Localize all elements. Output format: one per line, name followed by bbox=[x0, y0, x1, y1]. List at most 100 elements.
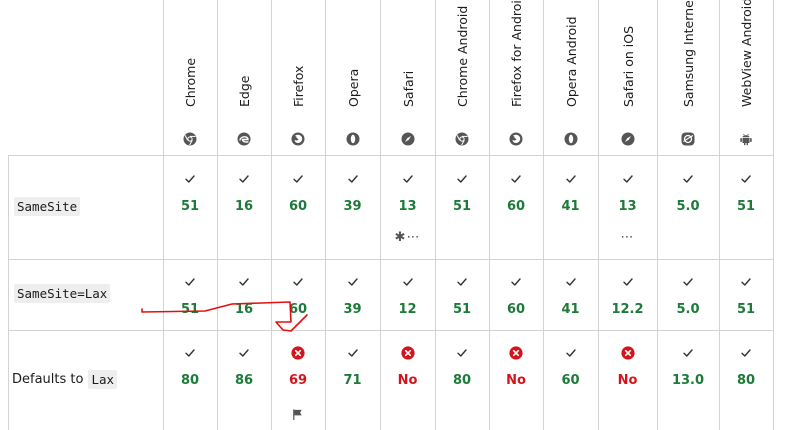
check-icon bbox=[739, 171, 753, 190]
support-cell[interactable]: 51 bbox=[719, 259, 773, 330]
check-icon bbox=[681, 345, 695, 364]
check-icon bbox=[621, 171, 635, 190]
support-cell[interactable]: 13 ✱⋯ bbox=[380, 155, 435, 259]
notes-indicator[interactable]: ✱⋯ bbox=[380, 230, 435, 245]
version-label: 51 bbox=[736, 199, 756, 214]
android-icon bbox=[739, 131, 753, 146]
version-label: 39 bbox=[343, 199, 362, 214]
firefox-icon bbox=[509, 131, 523, 146]
notes-indicator[interactable]: ⋯ bbox=[598, 230, 657, 245]
browser-name: Opera Android bbox=[563, 16, 579, 107]
version-label: 16 bbox=[234, 302, 254, 317]
support-cell[interactable]: 41 bbox=[543, 259, 598, 330]
check-icon bbox=[455, 345, 469, 364]
version-label: 12.2 bbox=[611, 302, 644, 317]
support-cell[interactable]: 80 bbox=[435, 330, 489, 430]
check-icon bbox=[401, 274, 415, 293]
version-label: 13 bbox=[618, 199, 637, 214]
compat-table: Chrome Edge Firefox Opera Safari Chrome Andro… bbox=[0, 0, 799, 430]
support-cell[interactable]: 51 bbox=[435, 155, 489, 259]
safari-icon bbox=[621, 131, 635, 146]
support-cell[interactable]: 60 bbox=[271, 259, 325, 330]
version-label: 5.0 bbox=[676, 199, 700, 214]
check-icon bbox=[621, 274, 635, 293]
support-cell[interactable]: 51 bbox=[163, 155, 217, 259]
version-label: 16 bbox=[234, 199, 254, 214]
check-icon bbox=[346, 274, 360, 293]
browser-header-3: Opera bbox=[325, 0, 380, 155]
feature-code: Lax bbox=[88, 370, 118, 389]
check-icon bbox=[739, 345, 753, 364]
browser-header-9: Samsung Internet bbox=[657, 0, 719, 155]
support-cell[interactable]: 86 bbox=[217, 330, 271, 430]
check-icon bbox=[455, 171, 469, 190]
version-label: 80 bbox=[180, 373, 200, 388]
support-cell[interactable]: No bbox=[489, 330, 543, 430]
support-cell[interactable]: 80 bbox=[719, 330, 773, 430]
support-cell[interactable]: 60 bbox=[543, 330, 598, 430]
feature-name: Defaults to Lax bbox=[12, 370, 118, 389]
check-icon bbox=[681, 274, 695, 293]
check-icon bbox=[237, 171, 251, 190]
check-icon bbox=[564, 345, 578, 364]
support-cell[interactable]: 39 bbox=[325, 259, 380, 330]
browser-header-2: Firefox bbox=[271, 0, 325, 155]
check-icon bbox=[346, 345, 360, 364]
support-cell[interactable]: 13.0 bbox=[657, 330, 719, 430]
check-icon bbox=[564, 171, 578, 190]
browser-header-7: Opera Android bbox=[543, 0, 598, 155]
support-cell[interactable]: 51 bbox=[719, 155, 773, 259]
version-label: No bbox=[617, 373, 638, 388]
support-cell[interactable]: 5.0 bbox=[657, 259, 719, 330]
support-cell[interactable]: 12.2 bbox=[598, 259, 657, 330]
browser-name: Edge bbox=[237, 75, 252, 107]
browser-name: Opera bbox=[345, 68, 361, 107]
check-icon bbox=[346, 171, 360, 190]
version-label: 12 bbox=[398, 302, 417, 317]
support-cell[interactable]: 80 bbox=[163, 330, 217, 430]
version-label: 80 bbox=[736, 373, 756, 388]
support-cell[interactable]: 41 bbox=[543, 155, 598, 259]
opera-icon bbox=[564, 131, 578, 146]
support-cell[interactable]: 69 bbox=[271, 330, 325, 430]
firefox-icon bbox=[291, 131, 305, 146]
support-cell[interactable]: 51 bbox=[163, 259, 217, 330]
support-cell[interactable]: 60 bbox=[271, 155, 325, 259]
browser-header-5: Chrome Android bbox=[435, 0, 489, 155]
support-cell[interactable]: No bbox=[380, 330, 435, 430]
support-cell[interactable]: 71 bbox=[325, 330, 380, 430]
support-cell[interactable]: 60 bbox=[489, 155, 543, 259]
samsung-internet-icon bbox=[681, 131, 695, 146]
cross-icon bbox=[291, 345, 305, 364]
safari-icon bbox=[401, 131, 415, 146]
check-icon bbox=[681, 171, 695, 190]
check-icon bbox=[291, 274, 305, 293]
support-cell[interactable]: 5.0 bbox=[657, 155, 719, 259]
check-icon bbox=[739, 274, 753, 293]
version-label: 51 bbox=[736, 302, 756, 317]
support-cell[interactable]: 60 bbox=[489, 259, 543, 330]
feature-code: SameSite=Lax bbox=[14, 284, 111, 303]
edge-icon bbox=[237, 131, 251, 146]
version-label: 60 bbox=[506, 199, 526, 214]
chrome-icon bbox=[183, 131, 197, 146]
version-label: 71 bbox=[343, 373, 362, 388]
version-label: 5.0 bbox=[676, 302, 700, 317]
support-cell[interactable]: 13 ⋯ bbox=[598, 155, 657, 259]
support-cell[interactable]: 12 bbox=[380, 259, 435, 330]
check-icon bbox=[509, 274, 523, 293]
version-label: No bbox=[397, 373, 418, 388]
check-icon bbox=[509, 171, 523, 190]
browser-header-0: Chrome bbox=[163, 0, 217, 155]
support-cell[interactable]: 39 bbox=[325, 155, 380, 259]
version-label: 60 bbox=[506, 302, 526, 317]
browser-header-4: Safari bbox=[380, 0, 435, 155]
support-cell[interactable]: 16 bbox=[217, 259, 271, 330]
check-icon bbox=[183, 274, 197, 293]
version-label: 60 bbox=[288, 302, 308, 317]
support-cell[interactable]: 51 bbox=[435, 259, 489, 330]
feature-code: SameSite bbox=[14, 197, 81, 216]
support-cell[interactable]: 16 bbox=[217, 155, 271, 259]
feature-name: SameSite bbox=[14, 197, 81, 216]
support-cell[interactable]: No bbox=[598, 330, 657, 430]
